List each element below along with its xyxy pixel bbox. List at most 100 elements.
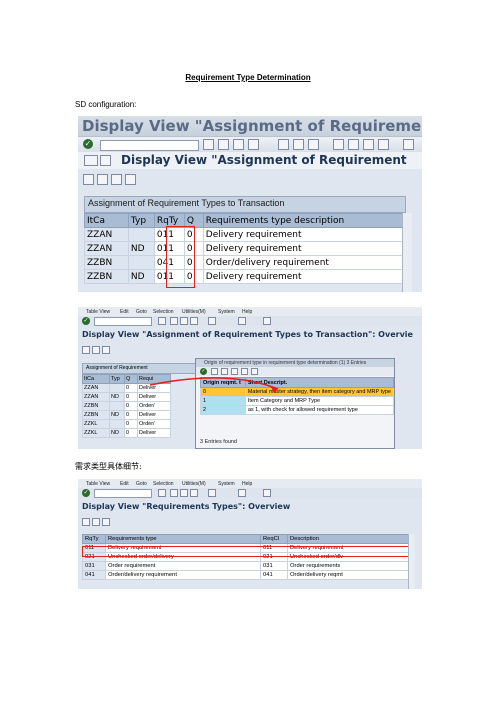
table-header: RqTy Requirements type ReqCl Description [82,534,409,544]
cell [127,227,155,242]
column-header[interactable]: Requirements type [105,534,261,544]
menu-bar: Table View Edit Goto Selection Utilities… [78,479,422,488]
next-page-icon[interactable] [363,139,374,150]
back-icon[interactable] [170,489,178,497]
application-title-bar: Display View "Requirements Types": Overv… [78,500,422,514]
cell: ZZBN [84,269,129,284]
assignment-panel: Assignment of Requirement Types to Trans… [84,196,412,292]
menu-item[interactable]: Table View [86,481,110,487]
table-row[interactable]: ZZAN 011 0 Delivery requirement [84,227,405,242]
cell: ND [127,269,155,284]
application-title: Display View "Requirements Types": Overv… [82,502,291,511]
cell: ND [127,241,155,256]
details-icon[interactable] [100,155,111,166]
highlight-box [82,546,411,557]
print-icon[interactable] [208,489,216,497]
column-header[interactable]: ReqCl [260,534,288,544]
column-header[interactable]: RqTy [82,534,106,544]
vertical-scrollbar[interactable] [408,534,415,589]
cell: Order requirement [105,561,261,571]
menu-item[interactable]: Goto [136,481,147,487]
menu-item[interactable]: Help [242,481,252,487]
column-header[interactable]: Requirements type description [202,213,405,228]
save-icon[interactable] [158,489,166,497]
find-next-icon[interactable] [308,139,319,150]
requirement-type-details-label: 需求类型具体细节: [75,462,142,471]
cell: 041 [82,570,106,580]
deselect-all-icon[interactable] [102,518,110,526]
cell: 031 [82,561,106,571]
exit-icon[interactable] [180,489,188,497]
last-page-icon[interactable] [378,139,389,150]
application-toolbar [78,170,422,188]
select-all-icon[interactable] [82,518,90,526]
window-title-bar: Display View "Assignment of Requirement … [78,116,422,136]
table-row[interactable]: ZZBN ND 011 0 Delivery requirement [84,269,405,284]
application-title-bar: Display View "Assignment of Requirement [78,152,422,169]
screenshot-assignment-popup: Table View Edit Goto Selection Utilities… [78,307,422,449]
cell [127,255,155,270]
table-row[interactable]: 041 Order/delivery requirement 041 Order… [82,570,409,580]
table-header: ItCa Typ RqTy Q Requirements type descri… [84,213,405,228]
cell: ZZAN [84,241,129,256]
first-page-icon[interactable] [333,139,344,150]
command-field[interactable] [100,140,199,151]
print-icon[interactable] [278,139,289,150]
screenshot-requirement-types: Table View Edit Goto Selection Utilities… [78,479,422,589]
requirement-types-panel: RqTy Requirements type ReqCl Description… [82,534,418,589]
table-row[interactable]: 031 Order requirement 031 Order requirem… [82,561,409,571]
panel-title: Assignment of Requirement Types to Trans… [84,196,406,213]
cell: ZZAN [84,227,129,242]
highlight-box [166,226,195,288]
panel-title-text: Assignment of Requirement Types to Trans… [88,198,285,208]
cell: Delivery requirement [202,241,405,256]
cell: 031 [260,561,288,571]
menu-item[interactable]: Utilities(M) [182,481,206,487]
application-title: Display View "Assignment of Requirement [121,153,407,167]
back-icon[interactable] [218,139,229,150]
select-all-icon[interactable] [83,174,94,185]
enter-icon[interactable]: ✓ [82,489,90,497]
save-icon[interactable] [203,139,214,150]
next-page-icon[interactable] [263,489,271,497]
cell: Order/delivery requirement [202,255,405,270]
sd-configuration-label: SD configuration: [75,100,137,109]
cell: Order requirements [287,561,409,571]
system-toolbar: ✓ [78,488,422,498]
system-toolbar: ✓ [78,136,422,152]
select-block-icon[interactable] [97,174,108,185]
cell: 041 [260,570,288,580]
cancel-icon[interactable] [190,489,198,497]
menu-item[interactable]: System [218,481,235,487]
requirement-types-table: RqTy Requirements type ReqCl Description… [82,534,409,580]
table-row[interactable]: ZZAN ND 011 0 Delivery requirement [84,241,405,256]
menu-item[interactable]: Edit [120,481,129,487]
document-title: Requirement Type Determination [185,73,311,82]
application-toolbar [82,518,118,526]
exit-icon[interactable] [233,139,244,150]
table-row[interactable]: ZZBN 041 0 Order/delivery requirement [84,255,405,270]
first-page-icon[interactable] [238,489,246,497]
screenshot-assignment-large: Display View "Assignment of Requirement … [78,116,422,292]
column-header[interactable]: Description [287,534,409,544]
callout-arrow [149,377,279,393]
find-icon[interactable] [293,139,304,150]
enter-icon[interactable]: ✓ [83,139,93,149]
change-display-icon[interactable] [84,155,98,166]
cell: Delivery requirement [202,269,405,284]
vertical-scrollbar[interactable] [402,213,412,292]
column-header[interactable]: ItCa [84,213,129,228]
column-header[interactable]: Typ [127,213,155,228]
cell: ZZBN [84,255,129,270]
new-session-icon[interactable] [403,139,414,150]
cancel-icon[interactable] [248,139,259,150]
window-title: Display View "Assignment of Requirement … [82,117,422,135]
command-field[interactable] [94,489,152,498]
prev-page-icon[interactable] [348,139,359,150]
deselect-all-icon[interactable] [111,174,122,185]
print-list-icon[interactable] [125,174,136,185]
select-block-icon[interactable] [92,518,100,526]
cell: Delivery requirement [202,227,405,242]
assignment-table: ItCa Typ RqTy Q Requirements type descri… [84,213,405,284]
menu-item[interactable]: Selection [153,481,174,487]
